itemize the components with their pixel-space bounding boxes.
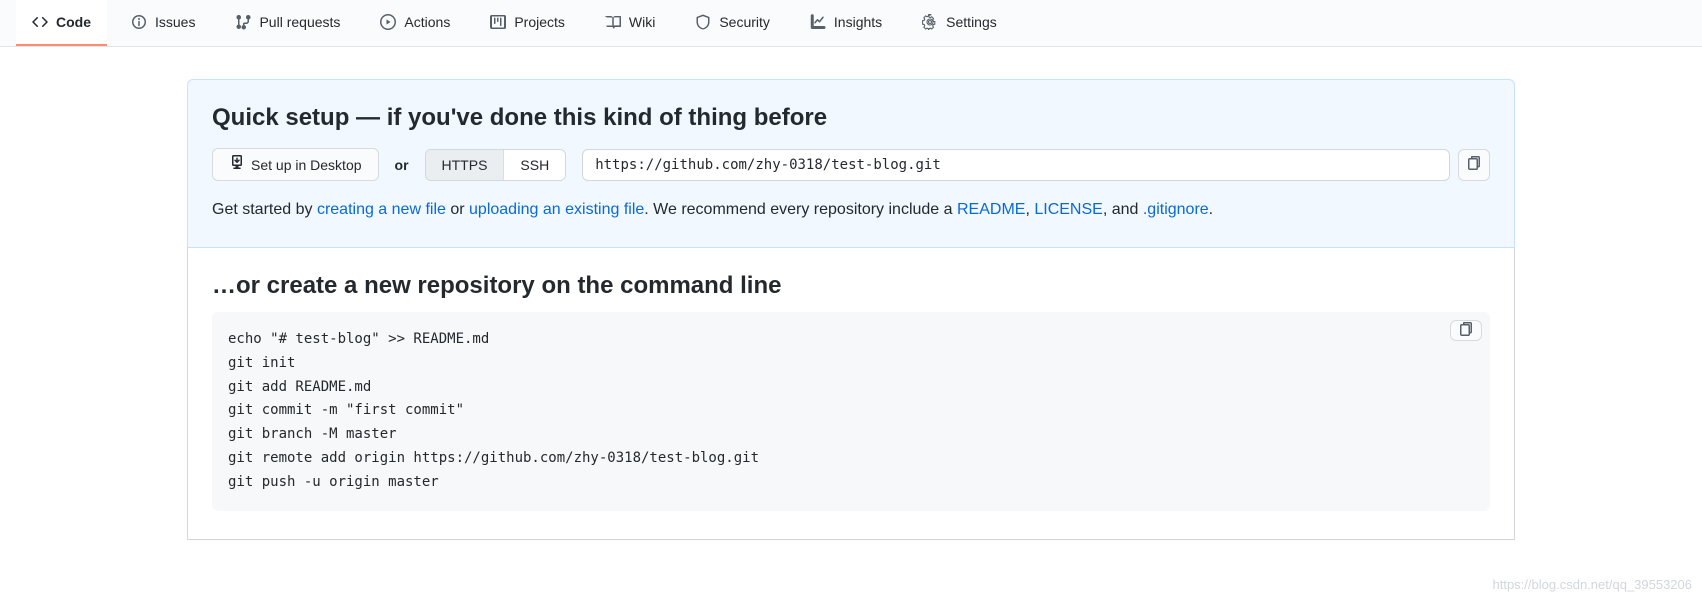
tab-label: Code xyxy=(56,14,91,30)
desktop-download-icon xyxy=(229,154,245,175)
shield-icon xyxy=(695,14,711,30)
text: , and xyxy=(1103,201,1143,218)
tab-pull-requests[interactable]: Pull requests xyxy=(219,0,356,46)
text: , xyxy=(1025,201,1034,218)
code-icon xyxy=(32,14,48,30)
tab-code[interactable]: Code xyxy=(16,0,107,46)
graph-icon xyxy=(810,14,826,30)
quick-setup-paragraph: Get started by creating a new file or up… xyxy=(212,201,1490,219)
tab-insights[interactable]: Insights xyxy=(794,0,898,46)
issue-icon xyxy=(131,14,147,30)
quick-setup-box: Quick setup — if you've done this kind o… xyxy=(187,79,1515,248)
tab-settings[interactable]: Settings xyxy=(906,0,1013,46)
cmdline-section: …or create a new repository on the comma… xyxy=(187,248,1515,540)
quick-setup-controls: Set up in Desktop or HTTPS SSH xyxy=(212,148,1490,181)
setup-desktop-button[interactable]: Set up in Desktop xyxy=(212,148,379,181)
button-label: Set up in Desktop xyxy=(251,155,362,175)
watermark: https://blog.csdn.net/qq_39553206 xyxy=(1493,577,1693,592)
clipboard-icon xyxy=(1466,155,1482,174)
cmdline-wrap: echo "# test-blog" >> README.md git init… xyxy=(212,312,1490,511)
repo-nav: Code Issues Pull requests Actions Projec… xyxy=(0,0,1702,47)
text: or xyxy=(450,201,469,218)
or-text: or xyxy=(395,157,409,173)
tab-label: Security xyxy=(719,14,770,30)
main: Quick setup — if you've done this kind o… xyxy=(171,79,1531,540)
tab-label: Actions xyxy=(404,14,450,30)
play-icon xyxy=(380,14,396,30)
link-gitignore[interactable]: .gitignore xyxy=(1143,201,1209,218)
text: . xyxy=(1209,201,1213,218)
protocol-ssh[interactable]: SSH xyxy=(503,150,565,180)
copy-clone-url-button[interactable] xyxy=(1458,149,1490,181)
clone-url-row xyxy=(582,149,1490,181)
tab-actions[interactable]: Actions xyxy=(364,0,466,46)
tab-security[interactable]: Security xyxy=(679,0,786,46)
tab-label: Projects xyxy=(514,14,565,30)
book-icon xyxy=(605,14,621,30)
text: . We recommend every repository include … xyxy=(644,201,957,218)
copy-commands-button[interactable] xyxy=(1450,320,1482,341)
quick-setup-heading: Quick setup — if you've done this kind o… xyxy=(212,104,1490,132)
protocol-https[interactable]: HTTPS xyxy=(426,150,504,180)
tab-label: Settings xyxy=(946,14,997,30)
tab-label: Issues xyxy=(155,14,195,30)
link-create-new-file[interactable]: creating a new file xyxy=(317,201,446,218)
link-license[interactable]: LICENSE xyxy=(1034,201,1102,218)
project-icon xyxy=(490,14,506,30)
tab-label: Wiki xyxy=(629,14,655,30)
clone-url-input[interactable] xyxy=(582,149,1450,181)
pull-request-icon xyxy=(235,14,251,30)
tab-projects[interactable]: Projects xyxy=(474,0,581,46)
clipboard-icon xyxy=(1458,321,1474,340)
link-upload-existing-file[interactable]: uploading an existing file xyxy=(469,201,644,218)
gear-icon xyxy=(922,14,938,30)
protocol-toggle: HTTPS SSH xyxy=(425,149,567,181)
text: Get started by xyxy=(212,201,317,218)
tab-label: Insights xyxy=(834,14,882,30)
cmdline-code[interactable]: echo "# test-blog" >> README.md git init… xyxy=(212,312,1490,511)
link-readme[interactable]: README xyxy=(957,201,1025,218)
tab-label: Pull requests xyxy=(259,14,340,30)
tab-issues[interactable]: Issues xyxy=(115,0,211,46)
cmdline-heading: …or create a new repository on the comma… xyxy=(212,272,1490,300)
tab-wiki[interactable]: Wiki xyxy=(589,0,671,46)
